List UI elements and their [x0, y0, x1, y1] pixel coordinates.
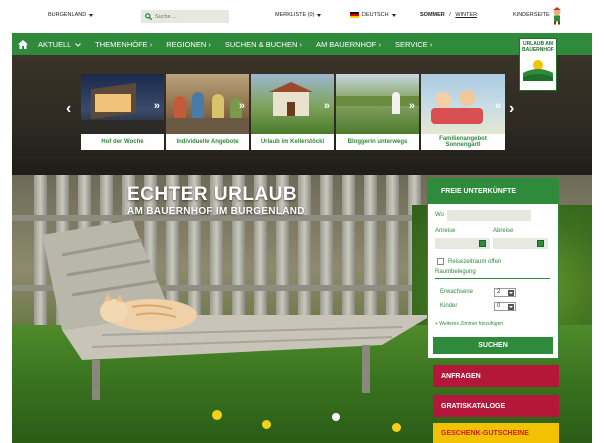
nav-item-themenhoefe[interactable]: THEMENHÖFE › — [95, 40, 152, 49]
calendar-icon[interactable] — [537, 240, 544, 247]
home-link[interactable] — [12, 33, 34, 55]
anfragen-button[interactable]: ANFRAGEN — [433, 365, 559, 387]
booking-panel: FREIE UNTERKÜNFTE Wo Anreise Abreise Rei… — [427, 178, 559, 359]
chevron-double-right-icon: » — [323, 100, 330, 112]
gutscheine-button[interactable]: GESCHENK-GUTSCHEINE — [433, 423, 559, 443]
season-switch: SOMMER / WINTER — [420, 12, 477, 18]
slide-image — [166, 74, 249, 134]
add-room-link[interactable]: + Weiteres Zimmer hinzufügen — [435, 321, 503, 327]
reisezeitraum-label: Reisezeitraum offen — [448, 259, 502, 265]
page: BURGENLAND MERKLISTE (0) DEUTSCH SOMMER … — [0, 0, 605, 443]
main-nav: AKTUELL THEMENHÖFE › REGIONEN › SUCHEN &… — [12, 33, 592, 55]
hero-headline: ECHTER URLAUB — [127, 184, 298, 205]
erwachsene-select[interactable]: 2 — [494, 288, 516, 297]
raumbelegung-label: Raumbelegung — [435, 269, 476, 275]
carousel-slide-individuelle-angebote[interactable]: » Individuelle Angebote — [166, 74, 249, 150]
chevron-down-icon — [508, 304, 514, 310]
carousel-slide-familienangebot[interactable]: » Familienangebot Sonnengartl — [421, 74, 505, 150]
season-separator: / — [447, 12, 453, 18]
wo-input[interactable] — [447, 210, 531, 221]
nav-item-aktuell-label: AKTUELL — [38, 39, 72, 49]
carousel-slide-kellerstoeckl[interactable]: » Urlaub im Kellerstöckl — [251, 74, 334, 150]
season-summer-link[interactable]: SOMMER — [420, 12, 445, 18]
chevron-double-right-icon: » — [494, 100, 501, 112]
chevron-down-icon — [75, 42, 82, 47]
search-box[interactable] — [141, 10, 229, 23]
home-icon — [18, 39, 28, 49]
german-flag-icon — [350, 12, 359, 18]
chevron-left-icon: ‹ — [66, 100, 72, 117]
chevron-double-right-icon: » — [153, 100, 160, 112]
erwachsene-value: 2 — [497, 289, 501, 295]
nav-item-aktuell[interactable]: AKTUELL — [38, 39, 82, 49]
carousel-slide-hof-der-woche[interactable]: » Hof der Woche — [81, 74, 164, 150]
merkliste-label: MERKLISTE (0) — [275, 12, 315, 18]
wo-label: Wo — [435, 212, 444, 218]
erwachsene-label: Erwachsene — [440, 289, 474, 295]
carousel-prev-button[interactable]: ‹ — [66, 100, 71, 118]
booking-panel-title: FREIE UNTERKÜNFTE — [428, 179, 558, 204]
search-input[interactable] — [155, 13, 225, 20]
urlaub-am-bauernhof-logo[interactable]: URLAUB AM BAUERNHOF — [519, 38, 557, 91]
gratiskataloge-button[interactable]: GRATISKATALOGE — [433, 395, 559, 417]
slide-image — [81, 74, 164, 134]
season-winter-link[interactable]: WINTER — [455, 12, 477, 18]
nav-item-regionen[interactable]: REGIONEN › — [166, 40, 211, 49]
carousel-next-button[interactable]: › — [509, 100, 514, 118]
nav-item-suchen-buchen[interactable]: SUCHEN & BUCHEN › — [225, 40, 302, 49]
farm-landscape-icon — [523, 60, 553, 81]
language-label: DEUTSCH — [362, 12, 389, 18]
cat-illustration — [100, 293, 197, 331]
carousel-slide-bloggerin[interactable]: » Bloggerin unterwegs — [336, 74, 419, 150]
chevron-down-icon — [317, 13, 322, 17]
kids-link[interactable]: KINDERSEITE — [513, 12, 550, 18]
merkliste-link[interactable]: MERKLISTE (0) — [275, 12, 322, 18]
abreise-label: Abreise — [493, 228, 514, 234]
chevron-down-icon — [508, 290, 514, 296]
slide-caption: Bloggerin unterwegs — [336, 134, 419, 150]
nav-item-service[interactable]: SERVICE › — [395, 40, 432, 49]
chevron-down-icon — [391, 13, 396, 17]
calendar-icon[interactable] — [479, 240, 486, 247]
kids-label: KINDERSEITE — [513, 12, 550, 18]
chevron-right-icon: › — [509, 100, 515, 117]
reisezeitraum-checkbox[interactable] — [437, 258, 444, 265]
top-bar: BURGENLAND MERKLISTE (0) DEUTSCH SOMMER … — [0, 0, 605, 33]
kinder-select[interactable]: 0 — [494, 302, 516, 311]
anreise-label: Anreise — [435, 228, 456, 234]
chevron-double-right-icon: » — [408, 100, 415, 112]
slide-image — [421, 74, 505, 134]
mascot-icon[interactable] — [551, 7, 563, 25]
divider — [435, 278, 550, 279]
search-button[interactable]: SUCHEN — [433, 337, 553, 354]
kinder-label: Kinder — [440, 303, 458, 309]
slide-caption: Individuelle Angebote — [166, 134, 249, 150]
kinder-value: 0 — [497, 303, 501, 309]
language-selector[interactable]: DEUTSCH — [350, 12, 396, 18]
logo-text-line2: BAUERNHOF — [522, 46, 554, 53]
slide-image — [251, 74, 334, 134]
slide-caption: Hof der Woche — [81, 134, 164, 150]
search-icon — [145, 13, 152, 20]
chevron-down-icon — [89, 13, 94, 17]
nav-item-am-bauernhof[interactable]: AM BAUERNHOF › — [316, 40, 381, 49]
lounger-illustration — [42, 220, 432, 400]
slide-caption: Urlaub im Kellerstöckl — [251, 134, 334, 150]
hero-subline: AM BAUERNHOF IM BURGENLAND — [127, 206, 305, 217]
region-label: BURGENLAND — [48, 12, 87, 18]
region-selector[interactable]: BURGENLAND — [48, 12, 94, 18]
slide-caption: Familienangebot Sonnengartl — [421, 134, 505, 150]
chevron-double-right-icon: » — [238, 100, 245, 112]
slide-image — [336, 74, 419, 134]
